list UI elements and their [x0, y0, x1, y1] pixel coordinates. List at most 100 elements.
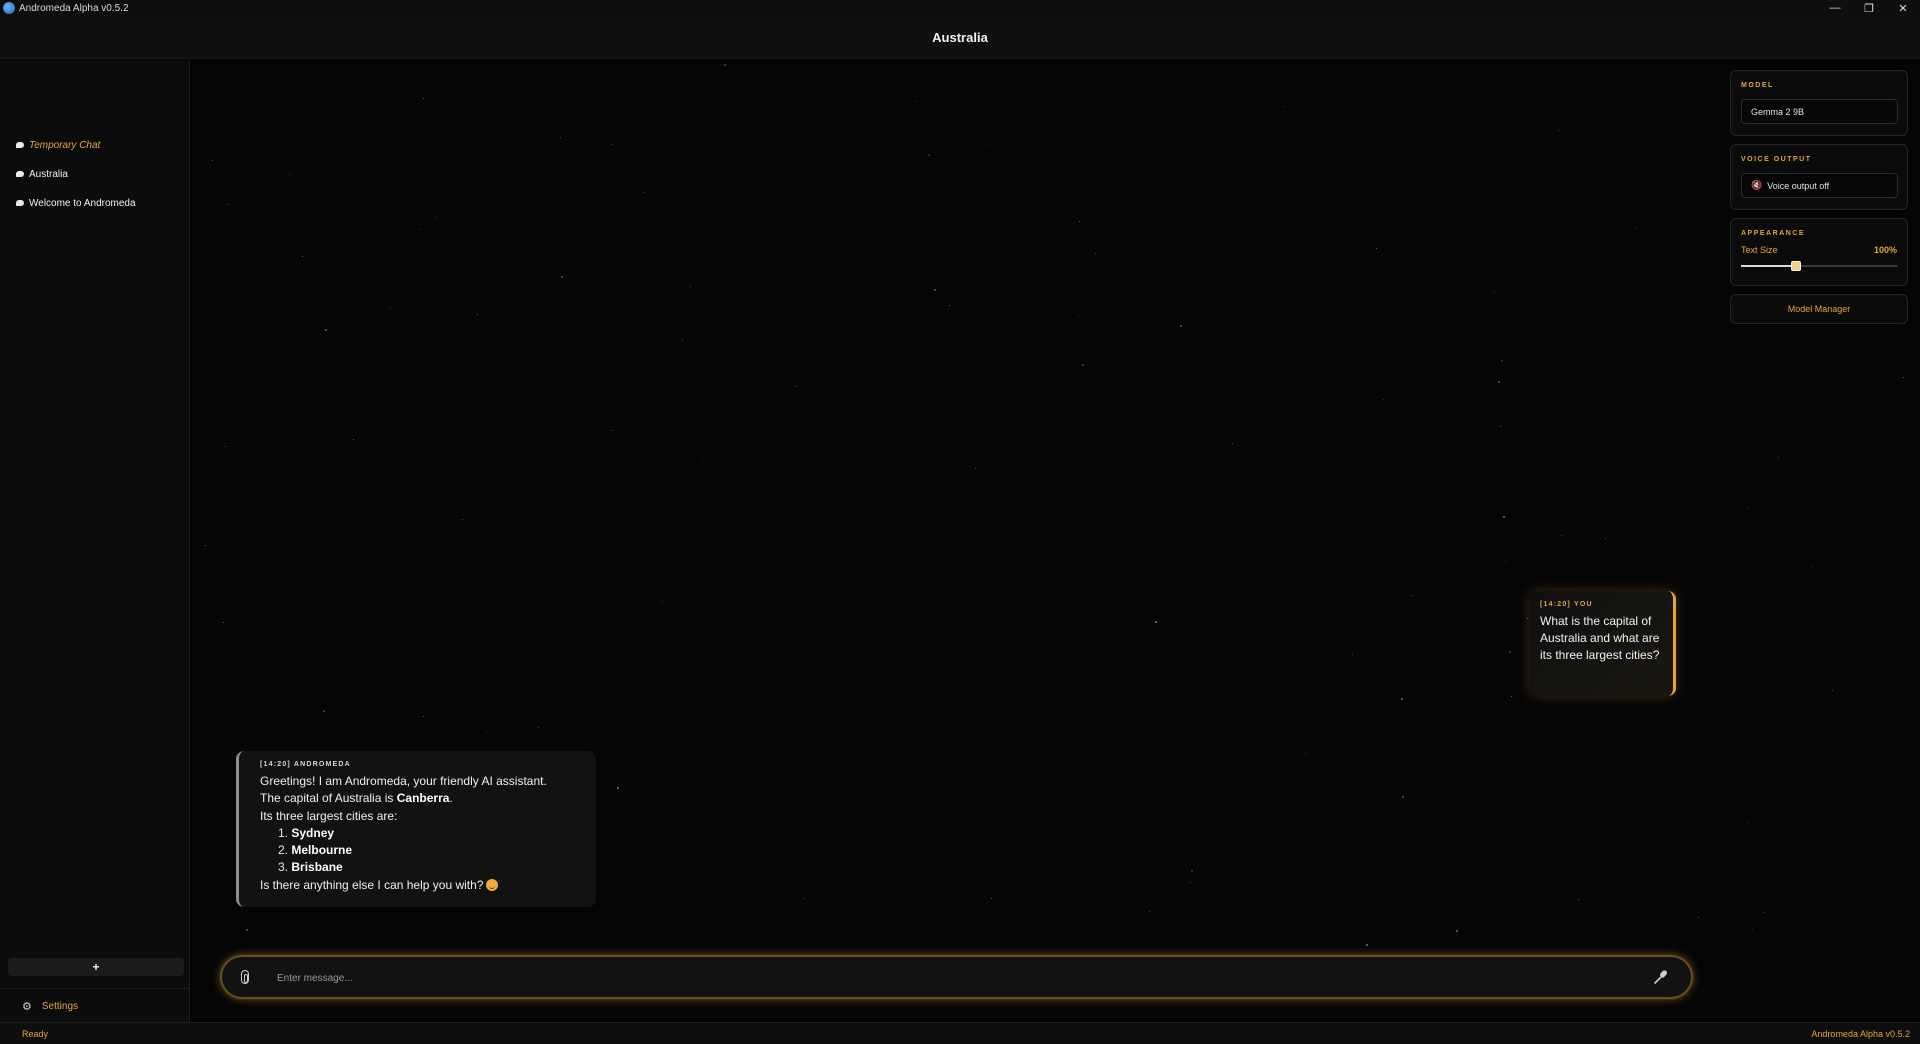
gear-icon: ⚙	[22, 1001, 32, 1013]
panel-title: APPEARANCE	[1741, 230, 1806, 237]
star-dot	[1561, 535, 1562, 536]
star-dot	[1402, 796, 1404, 798]
capital-name: Canberra	[396, 791, 450, 806]
new-chat-button[interactable]: +	[8, 958, 184, 976]
star-dot	[1095, 253, 1096, 254]
list-item: 2. Melbourne	[278, 842, 586, 859]
message-meta: [14:20] YOU	[1540, 601, 1593, 608]
list-number: 2.	[278, 843, 289, 858]
slider-thumb[interactable]	[1790, 261, 1801, 271]
chat-area: [14:20] YOU What is the capital of Austr…	[191, 60, 1920, 1022]
star-dot	[1155, 621, 1157, 623]
star-dot	[1352, 654, 1353, 655]
text-size-slider[interactable]	[1741, 261, 1898, 271]
star-dot	[1752, 929, 1753, 930]
star-dot	[611, 430, 612, 431]
star-dot	[390, 308, 391, 309]
voice-output-toggle[interactable]: 🔇 Voice output off	[1741, 173, 1898, 198]
star-dot	[975, 468, 976, 469]
cities-list: 1. Sydney 2. Melbourne 3. Brisbane	[278, 825, 586, 877]
closing-text: Is there anything else I can help you wi…	[260, 877, 484, 892]
status-bar: Ready Andromeda Alpha v0.5.2	[0, 1022, 1920, 1044]
star-dot	[1149, 911, 1150, 912]
star-dot	[435, 217, 436, 218]
sidebar-item-label: Temporary Chat	[29, 139, 101, 151]
city-name: Sydney	[291, 825, 335, 840]
chat-bubble-icon	[16, 142, 24, 148]
star-dot	[477, 314, 478, 315]
city-name: Brisbane	[291, 860, 343, 875]
smiling-face-emoji-icon	[486, 878, 499, 891]
star-dot	[1366, 944, 1368, 946]
chat-bubble-icon	[16, 200, 24, 206]
sidebar-item-welcome[interactable]: Welcome to Andromeda	[16, 194, 136, 212]
star-dot	[1180, 325, 1182, 327]
star-dot	[353, 439, 354, 440]
sidebar-item-label: Australia	[29, 168, 68, 180]
voice-output-label: Voice output off	[1767, 180, 1830, 191]
star-dot	[1500, 426, 1501, 427]
star-dot	[1305, 753, 1306, 754]
star-dot	[1527, 618, 1528, 619]
star-dot	[1494, 291, 1495, 292]
app-logo-icon	[3, 2, 15, 14]
star-dot	[1401, 698, 1403, 700]
star-dot	[486, 732, 487, 733]
chat-header: Australia	[0, 16, 1920, 59]
star-dot	[1698, 917, 1699, 918]
star-dot	[1605, 538, 1606, 539]
model-select[interactable]: Gemma 2 9B	[1741, 99, 1898, 124]
star-dot	[1503, 516, 1505, 518]
window-controls: — ❐ ✕	[1818, 0, 1920, 16]
message-input-bar	[221, 956, 1692, 998]
star-dot	[423, 98, 424, 99]
star-dot	[302, 256, 303, 257]
message-input[interactable]	[277, 966, 1627, 990]
chat-bubble-icon	[16, 171, 24, 177]
star-dot	[804, 898, 805, 899]
star-dot	[662, 601, 663, 602]
status-text: Ready	[22, 1029, 49, 1039]
sidebar-item-australia[interactable]: Australia	[16, 165, 68, 183]
star-dot	[702, 461, 703, 462]
star-dot	[1747, 822, 1748, 823]
message-closing: Is there anything else I can help you wi…	[260, 877, 586, 894]
star-dot	[1190, 882, 1191, 883]
text-size-label: Text Size	[1741, 245, 1778, 255]
slider-fill	[1741, 265, 1796, 267]
star-dot	[1232, 443, 1233, 444]
star-dot	[1748, 507, 1749, 508]
model-manager-button[interactable]: Model Manager	[1730, 294, 1908, 324]
microphone-icon[interactable]	[1653, 969, 1669, 985]
star-dot	[1376, 248, 1377, 249]
star-dot	[223, 622, 224, 623]
list-number: 1.	[278, 825, 289, 840]
message-greeting: Greetings! I am Andromeda, your friendly…	[260, 774, 547, 788]
settings-label: Settings	[41, 1001, 79, 1012]
star-dot	[1578, 899, 1579, 900]
star-dot	[724, 64, 726, 66]
star-dot	[420, 229, 421, 230]
star-dot	[934, 289, 936, 291]
star-dot	[228, 204, 229, 205]
star-dot	[1509, 651, 1511, 653]
app-title: Andromeda Alpha v0.5.2	[19, 2, 129, 14]
minimize-button[interactable]: —	[1818, 0, 1852, 16]
paperclip-icon[interactable]	[241, 970, 249, 984]
restore-button[interactable]: ❐	[1852, 0, 1886, 16]
star-dot	[986, 145, 987, 146]
settings-button[interactable]: ⚙ Settings	[22, 1000, 78, 1013]
appearance-panel: APPEARANCE Text Size 100%	[1730, 218, 1908, 286]
message-capital-line: The capital of Australia is Canberra.	[260, 790, 586, 807]
sidebar: Temporary Chat Australia Welcome to Andr…	[0, 60, 190, 1022]
star-dot	[289, 174, 290, 175]
city-name: Melbourne	[291, 843, 353, 858]
version-text: Andromeda Alpha v0.5.2	[1811, 1029, 1910, 1039]
close-button[interactable]: ✕	[1886, 0, 1920, 16]
sidebar-item-temporary-chat[interactable]: Temporary Chat	[16, 136, 100, 154]
star-dot	[1191, 870, 1193, 872]
star-dot	[1284, 106, 1285, 107]
star-dot	[246, 929, 248, 931]
message-cities-intro: Its three largest cities are:	[260, 808, 398, 823]
star-dot	[1778, 457, 1779, 458]
